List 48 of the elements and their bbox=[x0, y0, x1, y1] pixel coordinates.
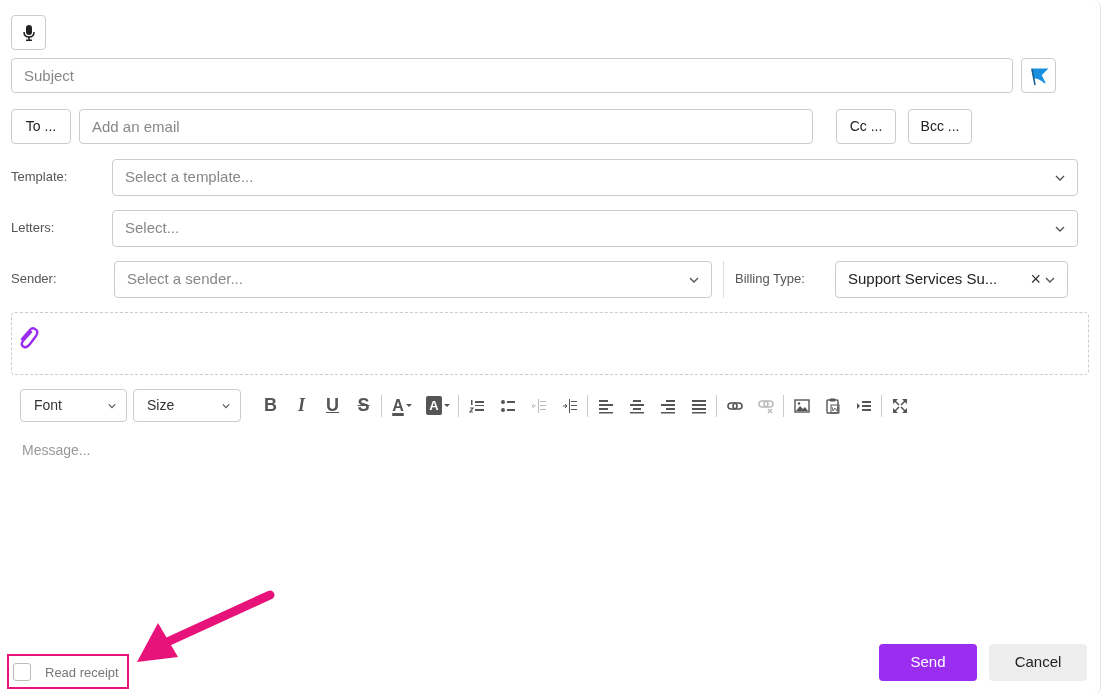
chevron-down-icon bbox=[222, 402, 230, 409]
image-icon bbox=[793, 397, 810, 414]
billing-type-dropdown[interactable]: Support Services Su... × bbox=[835, 261, 1068, 298]
fullscreen-icon bbox=[891, 397, 908, 414]
select-dropdown[interactable]: Select... bbox=[112, 210, 1078, 247]
chevron-down-icon bbox=[1055, 225, 1065, 232]
select-dropdown[interactable]: Select a template... bbox=[112, 159, 1078, 196]
field-label: Letters: bbox=[11, 219, 56, 237]
align-center-icon bbox=[628, 397, 645, 414]
send-button[interactable]: Send bbox=[879, 644, 977, 681]
bullet-list-icon bbox=[499, 397, 516, 414]
chevron-down-icon bbox=[1045, 276, 1055, 283]
chevron-down-icon bbox=[1055, 174, 1065, 181]
microphone-icon bbox=[22, 24, 35, 41]
flag-button[interactable] bbox=[1021, 58, 1056, 93]
paste-icon bbox=[824, 397, 841, 414]
justify-icon bbox=[690, 397, 707, 414]
field-label: Template: bbox=[11, 168, 69, 186]
chevron-down-icon bbox=[108, 402, 116, 409]
email-field[interactable]: Add an email bbox=[79, 109, 813, 144]
bcc-button[interactable]: Bcc ... bbox=[908, 109, 972, 144]
strikethrough-button[interactable]: S bbox=[348, 390, 379, 421]
align-left-icon bbox=[597, 397, 614, 414]
checkbox-label: Read receipt bbox=[45, 663, 119, 682]
bold-button[interactable]: B bbox=[255, 390, 286, 421]
background-color-button[interactable]: A bbox=[420, 390, 456, 421]
clear-button[interactable]: × bbox=[1030, 266, 1041, 293]
flag-icon bbox=[1028, 65, 1049, 86]
field-label: Billing Type: bbox=[735, 270, 806, 288]
outdent-icon bbox=[530, 397, 547, 414]
cc-button[interactable]: Cc ... bbox=[836, 109, 896, 144]
numbered-list-icon bbox=[468, 397, 485, 414]
chevron-down-icon bbox=[689, 276, 699, 283]
cancel-button[interactable]: Cancel bbox=[989, 644, 1087, 681]
align-right-icon bbox=[659, 397, 676, 414]
field-label: Sender: bbox=[11, 270, 58, 288]
text-color-button[interactable]: A bbox=[384, 390, 420, 421]
font-dropdown[interactable]: Font bbox=[20, 389, 127, 422]
subject-field[interactable]: Subject bbox=[11, 58, 1013, 93]
size-dropdown[interactable]: Size bbox=[133, 389, 241, 422]
to-button[interactable]: To ... bbox=[11, 109, 71, 144]
unlink-icon bbox=[757, 397, 774, 414]
microphone-button[interactable] bbox=[11, 15, 46, 50]
italic-button[interactable]: I bbox=[286, 390, 317, 421]
sender-dropdown[interactable]: Select a sender... bbox=[114, 261, 712, 298]
read-receipt-checkbox[interactable] bbox=[13, 663, 31, 682]
indent-icon bbox=[561, 397, 578, 414]
underline-button[interactable]: U bbox=[317, 390, 348, 421]
